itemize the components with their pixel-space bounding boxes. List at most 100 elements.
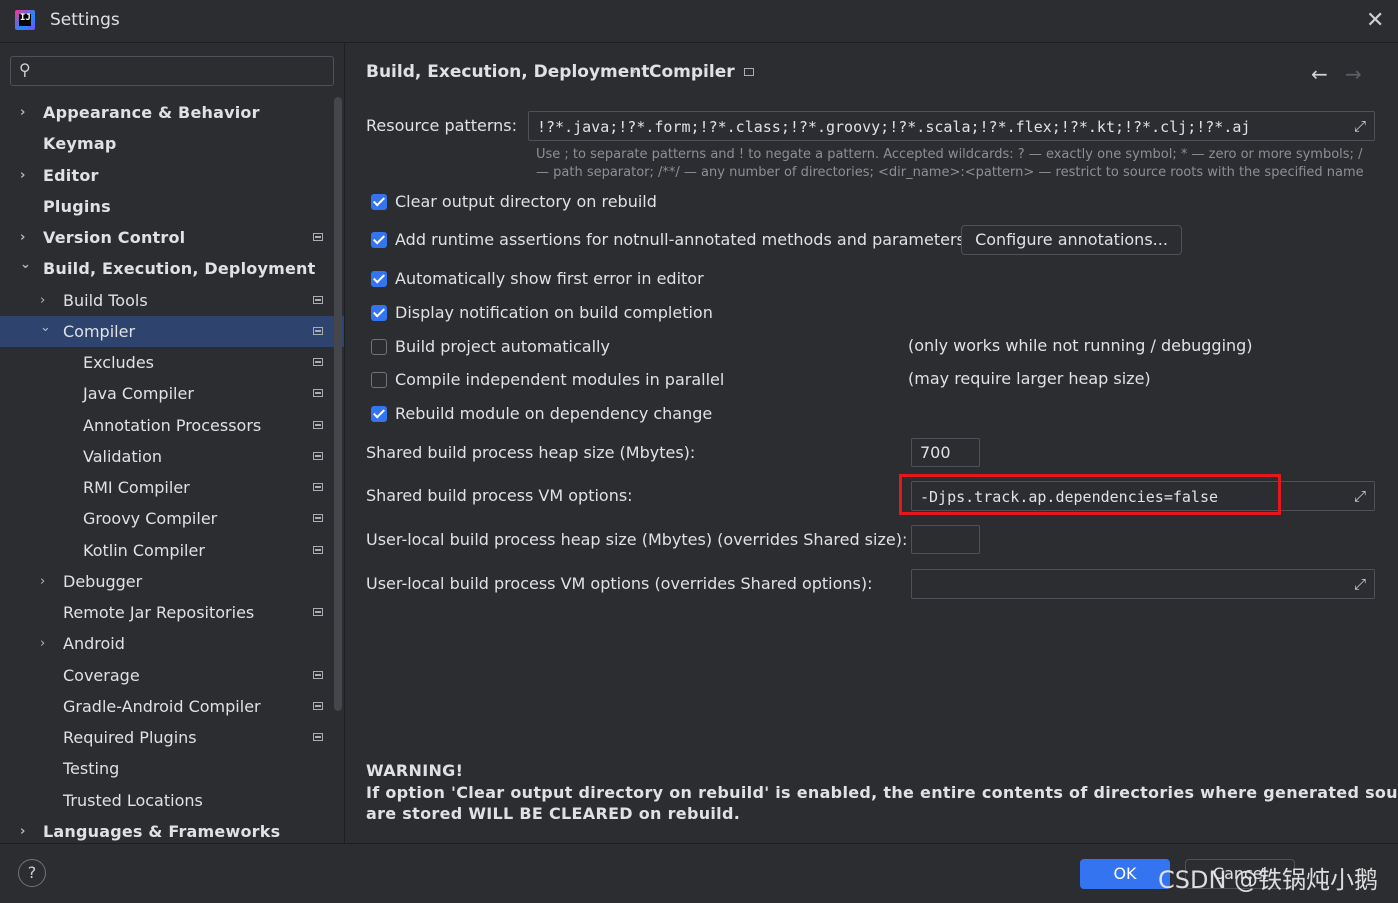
warning-line1: If option 'Clear output directory on reb… [366, 783, 1398, 802]
tree-item-label: Build Tools [63, 290, 148, 310]
user-heap-size-input[interactable] [911, 525, 980, 554]
tree-item-label: Build, Execution, Deployment [43, 259, 316, 279]
tree-item-label: Annotation Processors [83, 415, 262, 435]
tree-item-label: Gradle-Android Compiler [63, 696, 261, 716]
tree-item[interactable]: Annotation Processors [0, 410, 344, 441]
tree-item[interactable]: › Build Tools [0, 285, 344, 316]
tree-item-label: Testing [63, 759, 120, 779]
title-bar [0, 0, 1398, 43]
back-arrow-icon[interactable]: ← [1311, 62, 1328, 86]
tree-item[interactable]: › Android [0, 628, 344, 659]
option-checkbox[interactable] [371, 372, 387, 388]
pane-divider[interactable] [344, 43, 345, 843]
option-label[interactable]: Display notification on build completion [395, 303, 713, 322]
tree-item[interactable]: › Appearance & Behavior [0, 97, 344, 128]
option-label[interactable]: Automatically show first error in editor [395, 269, 704, 288]
resource-patterns-label: Resource patterns: [366, 116, 517, 135]
settings-search-input[interactable]: ⚲ [10, 56, 334, 86]
project-level-icon [313, 608, 323, 616]
tree-item-label: Java Compiler [83, 384, 194, 404]
project-level-icon [313, 545, 323, 554]
close-icon[interactable]: ✕ [1366, 8, 1384, 33]
chevron-down-icon[interactable]: ⌄ [40, 312, 51, 343]
tree-item[interactable]: › Editor [0, 160, 344, 191]
breadcrumb-parent[interactable]: Build, Execution, Deployment [366, 62, 650, 82]
project-level-icon [313, 389, 323, 398]
option-label[interactable]: Clear output directory on rebuild [395, 192, 657, 211]
tree-item[interactable]: Trusted Locations [0, 785, 344, 816]
tree-item[interactable]: ⌄ Compiler [0, 315, 344, 347]
option-label[interactable]: Rebuild module on dependency change [395, 404, 712, 423]
option-checkbox[interactable] [371, 271, 387, 287]
project-level-icon [744, 68, 754, 76]
user-heap-size-label: User-local build process heap size (Mbyt… [366, 530, 908, 549]
tree-item[interactable]: Groovy Compiler [0, 503, 344, 534]
tree-item[interactable]: Plugins [0, 191, 344, 222]
forward-arrow-icon[interactable]: → [1345, 62, 1362, 86]
tree-item-label: Version Control [43, 228, 186, 247]
tree-item[interactable]: Keymap [0, 128, 344, 159]
chevron-right-icon[interactable]: › [40, 566, 45, 597]
tree-item-label: Android [63, 634, 125, 654]
tree-item[interactable]: Coverage [0, 660, 344, 691]
option-label[interactable]: Build project automatically [395, 337, 610, 356]
tree-item[interactable]: › Debugger [0, 566, 344, 597]
project-level-icon [313, 670, 323, 679]
resource-patterns-value: !?*.java;!?*.form;!?*.class;!?*.groovy;!… [537, 118, 1251, 136]
warning-line2: are stored WILL BE CLEARED on rebuild. [366, 804, 741, 823]
tree-item-label: Trusted Locations [63, 790, 203, 810]
tree-item-label: Groovy Compiler [83, 509, 218, 529]
option-checkbox[interactable] [371, 305, 387, 321]
expand-icon[interactable]: ⤢ [1354, 487, 1366, 505]
help-icon[interactable]: ? [18, 859, 46, 887]
ok-button[interactable]: OK [1080, 859, 1170, 889]
tree-item[interactable]: › Version Control [0, 222, 344, 253]
chevron-right-icon[interactable]: › [20, 97, 26, 128]
tree-item[interactable]: Excludes [0, 347, 344, 378]
option-checkbox[interactable] [371, 232, 387, 248]
tree-item-label: Coverage [63, 665, 140, 685]
tree-item[interactable]: Validation [0, 441, 344, 472]
expand-icon[interactable]: ⤢ [1354, 575, 1366, 593]
search-icon: ⚲ [19, 60, 31, 79]
page-title: Compiler [649, 62, 735, 82]
tree-scrollbar[interactable] [334, 97, 342, 711]
resource-hint-line2: — path separator; /**/ — any number of d… [536, 165, 1364, 180]
chevron-right-icon[interactable]: › [20, 160, 26, 191]
option-label[interactable]: Compile independent modules in parallel [395, 370, 724, 389]
project-level-icon [313, 358, 323, 366]
warning-title: WARNING! [366, 761, 464, 780]
tree-item-label: Remote Jar Repositories [63, 603, 255, 622]
tree-item[interactable]: Testing [0, 753, 344, 784]
project-level-icon [313, 733, 323, 741]
chevron-down-icon[interactable]: ⌄ [20, 249, 31, 280]
resource-patterns-input[interactable]: !?*.java;!?*.form;!?*.class;!?*.groovy;!… [528, 111, 1375, 141]
tree-item-label: Required Plugins [63, 728, 197, 747]
highlight-annotation-box [899, 474, 1281, 515]
option-checkbox[interactable] [371, 194, 387, 210]
tree-item[interactable]: RMI Compiler [0, 472, 344, 503]
expand-icon[interactable]: ⤢ [1354, 117, 1366, 135]
option-checkbox[interactable] [371, 406, 387, 422]
tree-item[interactable]: Gradle-Android Compiler [0, 691, 344, 722]
option-note: (only works while not running / debuggin… [908, 336, 1253, 355]
window-title: Settings [50, 10, 120, 30]
tree-item-label: Excludes [83, 353, 155, 372]
tree-item[interactable]: Required Plugins [0, 722, 344, 753]
tree-item-label: Debugger [63, 571, 143, 591]
heap-size-input[interactable]: 700 [911, 438, 980, 467]
tree-item[interactable]: Kotlin Compiler [0, 535, 344, 566]
heap-size-value: 700 [920, 443, 951, 462]
option-note: (may require larger heap size) [908, 369, 1151, 388]
option-label[interactable]: Add runtime assertions for notnull-annot… [395, 230, 965, 249]
project-level-icon [313, 701, 323, 710]
project-level-icon [313, 326, 323, 335]
tree-item[interactable]: ⌄ Build, Execution, Deployment [0, 253, 344, 284]
tree-item[interactable]: Remote Jar Repositories [0, 597, 344, 628]
chevron-right-icon[interactable]: › [40, 628, 45, 659]
configure-annotations-button[interactable]: Configure annotations... [961, 225, 1182, 255]
user-vm-options-input[interactable]: ⤢ [911, 569, 1375, 599]
tree-item[interactable]: Java Compiler [0, 378, 344, 409]
project-level-icon [313, 451, 323, 460]
option-checkbox[interactable] [371, 339, 387, 355]
